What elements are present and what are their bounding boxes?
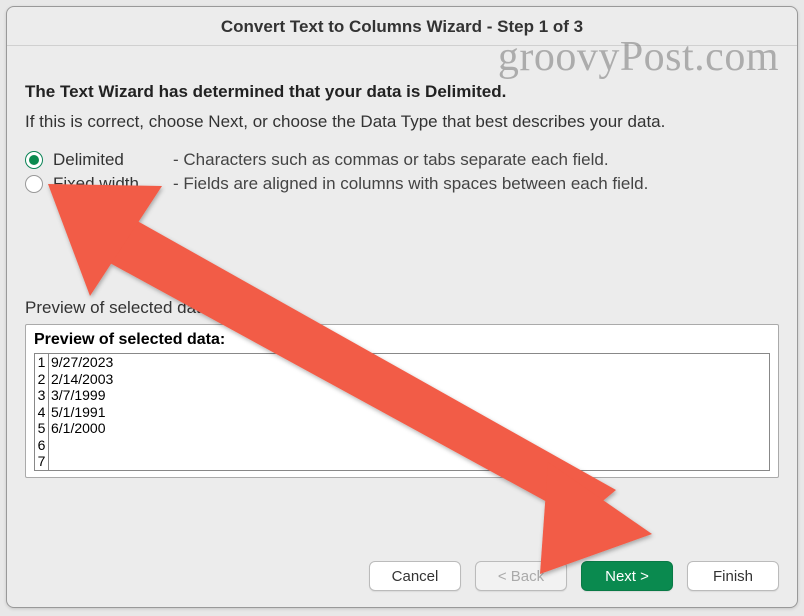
radio-delimited-desc: - Characters such as commas or tabs sepa…	[173, 150, 609, 170]
dialog-content: The Text Wizard has determined that your…	[7, 46, 797, 551]
preview-row-num: 2	[35, 371, 49, 388]
radio-fixed-width[interactable]: Fixed width - Fields are aligned in colu…	[25, 174, 779, 194]
preview-row: 3 3/7/1999	[35, 387, 769, 404]
radio-delimited-label: Delimited	[53, 150, 173, 170]
preview-row-val: 3/7/1999	[49, 387, 106, 404]
preview-row: 8	[35, 470, 769, 472]
preview-row-val: 2/14/2003	[49, 371, 113, 388]
finish-button[interactable]: Finish	[687, 561, 779, 591]
preview-row-num: 1	[35, 354, 49, 371]
preview-row: 7	[35, 453, 769, 470]
radio-fixed-desc: - Fields are aligned in columns with spa…	[173, 174, 648, 194]
radio-icon-unselected	[25, 175, 43, 193]
radio-delimited[interactable]: Delimited - Characters such as commas or…	[25, 150, 779, 170]
preview-row-num: 3	[35, 387, 49, 404]
preview-header: Preview of selected data:	[34, 331, 770, 349]
wizard-heading: The Text Wizard has determined that your…	[25, 82, 779, 102]
preview-data-box: 1 9/27/2023 2 2/14/2003 3 3/7/1999 4 5/1…	[34, 353, 770, 471]
preview-row-num: 8	[35, 470, 49, 472]
back-button: < Back	[475, 561, 567, 591]
radio-icon-selected	[25, 151, 43, 169]
preview-row: 2 2/14/2003	[35, 371, 769, 388]
preview-row-val	[49, 453, 51, 470]
radio-fixed-label: Fixed width	[53, 174, 173, 194]
preview-label: Preview of selected data:	[25, 298, 779, 318]
preview-row: 4 5/1/1991	[35, 404, 769, 421]
preview-row-val: 6/1/2000	[49, 420, 106, 437]
preview-row-num: 4	[35, 404, 49, 421]
preview-row: 5 6/1/2000	[35, 420, 769, 437]
cancel-button[interactable]: Cancel	[369, 561, 461, 591]
button-bar: Cancel < Back Next > Finish	[7, 551, 797, 607]
preview-row-num: 5	[35, 420, 49, 437]
preview-row-val	[49, 470, 51, 472]
preview-row-num: 6	[35, 437, 49, 454]
dialog-title: Convert Text to Columns Wizard - Step 1 …	[7, 7, 797, 46]
wizard-dialog: Convert Text to Columns Wizard - Step 1 …	[6, 6, 798, 608]
preview-row: 1 9/27/2023	[35, 354, 769, 371]
preview-row-num: 7	[35, 453, 49, 470]
preview-panel: Preview of selected data: 1 9/27/2023 2 …	[25, 324, 779, 478]
wizard-description: If this is correct, choose Next, or choo…	[25, 112, 779, 132]
preview-row-val: 9/27/2023	[49, 354, 113, 371]
preview-row-val	[49, 437, 51, 454]
preview-row: 6	[35, 437, 769, 454]
preview-row-val: 5/1/1991	[49, 404, 106, 421]
next-button[interactable]: Next >	[581, 561, 673, 591]
